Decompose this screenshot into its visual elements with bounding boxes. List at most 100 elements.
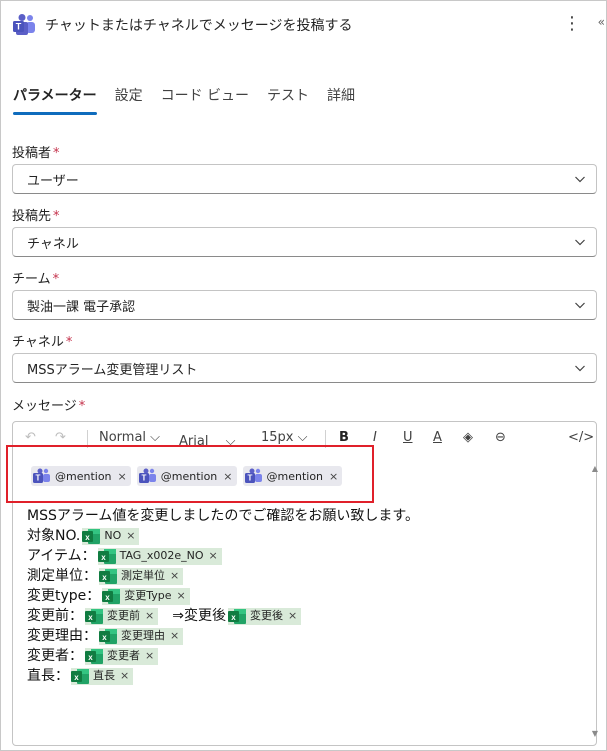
line-prefix: 変更type： [27,588,101,604]
undo-button[interactable]: ↶ [25,430,36,445]
token-label: 変更前 [107,609,140,622]
tab-settings[interactable]: 設定 [115,81,143,117]
token-label: 変更者 [107,649,140,662]
font-size-value: 15px [261,430,294,445]
chevron-down-icon [575,176,585,183]
teams-icon: T [13,13,37,37]
remove-token-button[interactable]: × [145,606,154,626]
dynamic-content-token[interactable]: x TAG_x002e_NO × [97,546,222,566]
excel-icon: x [99,568,117,585]
message-line: 変更type： x 変更Type × [27,586,419,606]
chevron-down-icon [575,302,585,309]
svg-text:T: T [16,22,22,32]
action-panel: T チャットまたはチャネルでメッセージを投稿する ⋮ « パラメーター 設定 コ… [0,0,607,751]
svg-text:x: x [101,553,106,562]
svg-text:x: x [106,593,111,602]
excel-icon: x [82,528,101,545]
scroll-up-icon[interactable]: ▲ [592,464,598,473]
panel-header: T チャットまたはチャネルでメッセージを投稿する ⋮ « [9,11,605,39]
poster-label: 投稿者 * [12,142,60,161]
dynamic-content-token[interactable]: x 変更前 × [85,606,159,626]
remove-token-button[interactable]: × [120,666,129,686]
team-value: 製油一課 電子承認 [27,299,136,315]
poster-value: ユーザー [27,173,79,189]
remove-token-button[interactable]: × [170,626,179,646]
message-line: 変更者： x 変更者 × [27,646,419,666]
message-line: 直長： x 直長 × [27,666,419,686]
token-label: NO [104,529,122,542]
token-label: 変更後 [249,609,283,622]
message-line: 対象NO. x NO × [27,526,419,546]
poster-select[interactable]: ユーザー [12,164,597,194]
required-marker: * [65,335,73,350]
excel-icon: x [102,588,121,605]
post-in-select[interactable]: チャネル [12,227,597,257]
line-prefix: 変更理由： [27,628,97,644]
highlight-button[interactable]: ◈ [463,430,473,445]
dynamic-content-token[interactable]: x 変更Type × [102,586,190,606]
line-prefix: 変更者： [27,648,83,664]
remove-token-button[interactable]: × [126,526,135,546]
excel-icon: x [71,668,89,685]
svg-text:x: x [86,533,91,542]
paragraph-style-dropdown[interactable]: Normal ⌵ [99,430,160,445]
message-line: 測定単位： x 測定単位 × [27,566,419,586]
redo-button[interactable]: ↷ [55,430,66,445]
dynamic-content-token[interactable]: x 測定単位 × [99,566,184,586]
message-label: メッセージ * [12,395,85,414]
line-prefix: 変更前： [27,608,83,624]
italic-button[interactable]: I [373,430,377,445]
svg-text:x: x [102,633,107,642]
dynamic-content-token[interactable]: x 変更者 × [85,646,159,666]
remove-token-button[interactable]: × [288,606,297,626]
dynamic-content-token[interactable]: x 変更後 × [227,606,302,626]
remove-token-button[interactable]: × [170,566,179,586]
message-line: アイテム： x TAG_x002e_NO × [27,546,419,566]
font-color-button[interactable]: A [433,430,442,445]
more-options-button[interactable]: ⋮ [563,13,581,35]
svg-text:x: x [231,613,236,622]
channel-label-text: チャネル [12,335,64,350]
required-marker: * [53,146,60,161]
team-select[interactable]: 製油一課 電子承認 [12,290,597,320]
remove-token-button[interactable]: × [209,546,218,566]
message-intro: MSSアラーム値を変更しましたのでご確認をお願い致します。 [27,508,420,524]
tab-code-view[interactable]: コード ビュー [161,81,249,117]
dynamic-content-token[interactable]: x NO × [82,526,140,546]
required-marker: * [78,399,86,414]
tab-parameters[interactable]: パラメーター [13,81,97,117]
message-line: 変更前： x 変更前 × ⇒変更後 x 変更後 × [27,606,419,626]
token-label: 変更Type [124,589,172,602]
scroll-down-icon[interactable]: ▼ [592,729,598,738]
tab-test[interactable]: テスト [267,81,309,117]
svg-text:x: x [88,653,93,662]
excel-icon: x [227,608,246,625]
chevron-down-icon [575,365,585,372]
required-marker: * [52,272,60,287]
remove-token-button[interactable]: × [145,646,154,666]
dynamic-content-token[interactable]: x 変更理由 × [99,626,184,646]
line-prefix: 直長： [27,668,69,684]
link-button[interactable]: ⊖ [495,430,506,445]
channel-label: チャネル * [12,331,72,350]
token-label: TAG_x002e_NO [119,549,204,562]
excel-icon: x [85,648,103,665]
message-body[interactable]: MSSアラーム値を変更しましたのでご確認をお願い致します。 対象NO. x NO… [27,506,419,686]
post-in-label-text: 投稿先 [12,209,52,224]
highlight-box [6,445,374,503]
underline-button[interactable]: U [403,430,413,445]
collapse-icon[interactable]: « [598,15,605,29]
message-line: 変更理由： x 変更理由 × [27,626,419,646]
remove-token-button[interactable]: × [177,586,186,606]
channel-select[interactable]: MSSアラーム変更管理リスト [12,353,597,383]
svg-text:x: x [88,613,93,622]
line-prefix: 対象NO. [27,528,81,544]
code-view-button[interactable]: </> [568,430,594,445]
dynamic-content-token[interactable]: x 直長 × [71,666,134,686]
excel-icon: x [85,608,103,625]
tab-details[interactable]: 詳細 [327,81,355,117]
excel-icon: x [99,628,117,645]
font-size-dropdown[interactable]: 15px ⌵ [261,430,308,445]
bold-button[interactable]: B [339,430,349,445]
token-label: 変更理由 [121,629,165,642]
